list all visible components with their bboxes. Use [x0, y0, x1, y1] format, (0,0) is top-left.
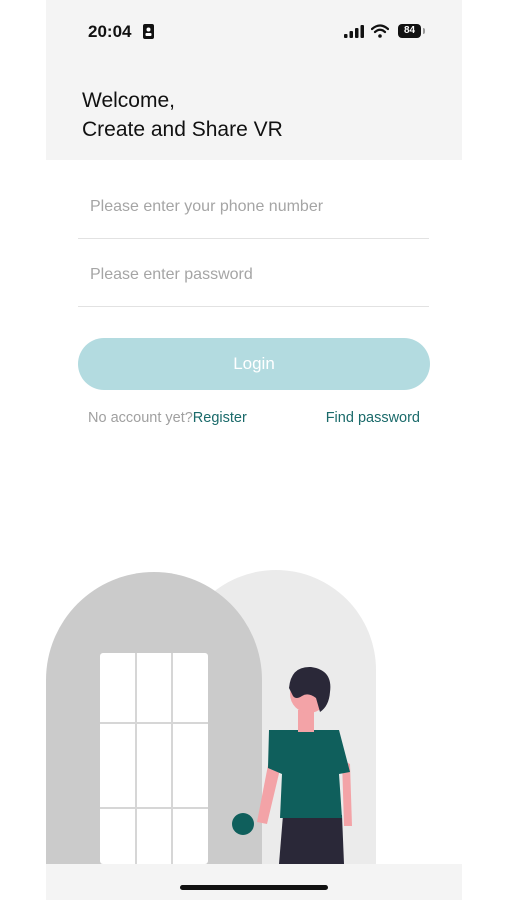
login-button[interactable]: Login: [78, 338, 430, 390]
bottom-bar: [46, 864, 462, 900]
wifi-icon: [371, 24, 389, 38]
phone-field: [78, 172, 429, 239]
password-field: [78, 240, 429, 307]
welcome-line-1: Welcome,: [82, 89, 175, 112]
no-account-text: No account yet?: [88, 410, 193, 426]
account-links: No account yet?Register Find password: [88, 410, 420, 426]
ball-shape: [232, 813, 254, 835]
login-screen: 20:04 84 Welcome, Create and Share VR Lo…: [46, 0, 462, 900]
id-card-icon: [143, 24, 154, 39]
password-input[interactable]: [88, 262, 422, 288]
door-shape: [100, 653, 208, 864]
door-person-illustration: [46, 570, 376, 864]
phone-input[interactable]: [88, 194, 422, 220]
welcome-heading: Welcome, Create and Share VR: [82, 86, 283, 144]
battery-icon: 84: [398, 24, 421, 38]
home-indicator[interactable]: [180, 885, 328, 890]
find-password-link[interactable]: Find password: [326, 410, 420, 426]
person-legs: [279, 815, 344, 864]
status-time: 20:04: [88, 22, 132, 41]
cellular-signal-icon: [344, 25, 364, 38]
welcome-line-2: Create and Share VR: [82, 118, 283, 141]
register-link[interactable]: Register: [193, 410, 247, 426]
